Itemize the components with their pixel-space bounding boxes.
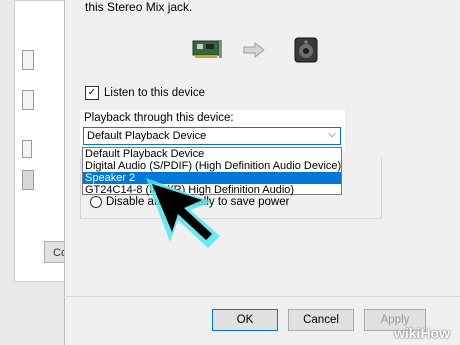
device-thumbnail <box>22 50 34 70</box>
playback-selected-value: Default Playback Device <box>87 130 207 142</box>
mouse-cursor-icon <box>146 178 220 248</box>
cancel-button[interactable]: Cancel <box>288 309 354 331</box>
sound-card-icon <box>192 40 222 58</box>
description-text: this Stereo Mix jack. <box>85 0 193 14</box>
device-thumbnail <box>22 140 32 158</box>
arrow-right-icon <box>243 42 265 58</box>
listen-checkbox[interactable]: ✓ <box>85 86 99 100</box>
button-bar-divider <box>64 296 460 297</box>
device-thumbnail <box>22 170 34 190</box>
playback-section: Playback through this device: Default Pl… <box>80 110 345 150</box>
device-thumbnail <box>22 90 34 110</box>
dropdown-option-default[interactable]: Default Playback Device <box>83 148 341 160</box>
disable-power-radio[interactable] <box>90 196 102 208</box>
wikihow-watermark: wikiHow <box>393 325 450 341</box>
playback-label: Playback through this device: <box>84 112 234 124</box>
ok-button[interactable]: OK <box>212 309 278 331</box>
chevron-down-icon[interactable]: ⌵ <box>328 129 336 140</box>
speaker-icon <box>294 37 318 63</box>
playback-device-select[interactable]: Default Playback Device ⌵ <box>83 127 341 145</box>
listen-label: Listen to this device <box>104 87 206 99</box>
listen-checkbox-row[interactable]: ✓ Listen to this device <box>85 86 205 100</box>
